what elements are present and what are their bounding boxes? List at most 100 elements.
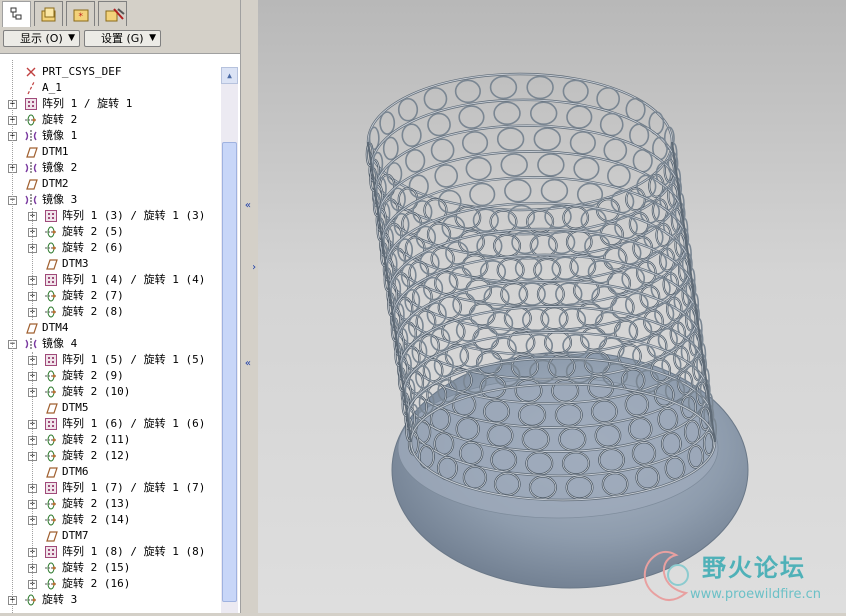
model-ring-hole bbox=[487, 311, 514, 336]
tree-item-label: 阵列 1 / 旋转 1 bbox=[42, 97, 133, 110]
tree-item-label: 旋转 2 (13) bbox=[62, 497, 131, 510]
tree-item[interactable]: + 阵列 1 (3) / 旋转 1 (3) bbox=[0, 208, 220, 224]
collapse-left-icon[interactable]: « bbox=[245, 358, 251, 369]
tree-vertical-scrollbar[interactable]: ▲ bbox=[221, 67, 238, 613]
mirror-icon bbox=[25, 162, 37, 174]
tree-item[interactable]: + 旋转 3 bbox=[0, 592, 220, 608]
tree-item-label: DTM5 bbox=[62, 401, 89, 414]
tree-item[interactable]: DTM1 bbox=[0, 144, 220, 160]
tab-favorites[interactable]: * bbox=[66, 1, 95, 26]
model-ring-hole-highlight bbox=[431, 247, 455, 271]
model-ring-hole bbox=[476, 234, 503, 258]
tree-item[interactable]: + 旋转 2 (9) bbox=[0, 368, 220, 384]
tree-connector-line bbox=[12, 60, 13, 613]
tree-item[interactable]: + 阵列 1 / 旋转 1 bbox=[0, 96, 220, 112]
tree-item[interactable]: + 旋转 2 (5) bbox=[0, 224, 220, 240]
svg-text:*: * bbox=[78, 12, 83, 22]
model-ring-hole bbox=[569, 131, 596, 155]
tree-item[interactable]: DTM4 bbox=[0, 320, 220, 336]
tree-item[interactable]: − 镜像 4 bbox=[0, 336, 220, 352]
pattern-icon bbox=[45, 418, 57, 430]
model-ring-hole bbox=[529, 101, 558, 126]
model-ring-hole bbox=[454, 79, 481, 104]
tree-item[interactable]: DTM7 bbox=[0, 528, 220, 544]
model-ring-hole bbox=[427, 112, 451, 137]
tree-item-label: 旋转 2 (5) bbox=[62, 225, 124, 238]
model-ring-hole bbox=[555, 282, 583, 306]
datum-plane-icon bbox=[46, 467, 58, 478]
model-ring-hole bbox=[526, 75, 554, 100]
tab-web-tools[interactable] bbox=[98, 1, 127, 26]
model-ring-hole bbox=[566, 105, 593, 129]
scroll-thumb[interactable] bbox=[222, 142, 237, 602]
tree-item[interactable]: + 阵列 1 (5) / 旋转 1 (5) bbox=[0, 352, 220, 368]
tree-item[interactable]: + 阵列 1 (6) / 旋转 1 (6) bbox=[0, 416, 220, 432]
collapse-left-icon[interactable]: « bbox=[245, 200, 251, 211]
tree-item-label: DTM7 bbox=[62, 529, 89, 542]
navigator-tab-bar: * bbox=[0, 0, 240, 28]
revolve-icon bbox=[45, 498, 57, 510]
tree-item-label: 旋转 2 (8) bbox=[62, 305, 124, 318]
tree-item[interactable]: + 旋转 2 (16) bbox=[0, 576, 220, 592]
revolve-icon bbox=[25, 114, 37, 126]
pattern-icon bbox=[45, 546, 57, 558]
revolve-icon bbox=[45, 306, 57, 318]
model-ring-hole bbox=[632, 148, 653, 173]
model-ring-hole bbox=[596, 87, 620, 111]
model-ring-hole bbox=[562, 79, 589, 104]
tree-item[interactable]: + 旋转 2 (11) bbox=[0, 432, 220, 448]
settings-menu-label: 设置 (G) bbox=[101, 32, 144, 45]
tree-item[interactable]: + 旋转 2 (7) bbox=[0, 288, 220, 304]
tree-item[interactable]: + 镜像 2 bbox=[0, 160, 220, 176]
revolve-icon bbox=[45, 562, 57, 574]
model-ring-hole-highlight bbox=[438, 296, 462, 319]
tree-item[interactable]: + 阵列 1 (4) / 旋转 1 (4) bbox=[0, 272, 220, 288]
graphics-viewport[interactable] bbox=[258, 0, 846, 613]
tree-item-label: 旋转 2 (12) bbox=[62, 449, 131, 462]
tree-item[interactable]: + 旋转 2 (14) bbox=[0, 512, 220, 528]
tree-item[interactable]: − 镜像 3 bbox=[0, 192, 220, 208]
tab-folder-browser[interactable] bbox=[34, 1, 63, 26]
tree-item[interactable]: + 阵列 1 (8) / 旋转 1 (8) bbox=[0, 544, 220, 560]
show-menu-button[interactable]: 显示 (O) ▼ bbox=[3, 30, 80, 47]
tree-item-label: 旋转 2 (16) bbox=[62, 577, 131, 590]
datum-plane-icon bbox=[26, 179, 38, 190]
model-ring-hole bbox=[617, 241, 642, 265]
tree-item[interactable]: DTM3 bbox=[0, 256, 220, 272]
settings-menu-button[interactable]: 设置 (G) ▼ bbox=[84, 30, 161, 47]
tree-item[interactable]: + 旋转 2 (12) bbox=[0, 448, 220, 464]
tree-item[interactable]: + 旋转 2 bbox=[0, 112, 220, 128]
tree-item[interactable]: + 镜像 1 bbox=[0, 128, 220, 144]
model-ring-hole bbox=[489, 75, 518, 100]
watermark-url: www.proewildfire.cn bbox=[690, 587, 821, 602]
tree-item[interactable]: + 旋转 2 (6) bbox=[0, 240, 220, 256]
model-ring-hole-highlight bbox=[497, 258, 524, 282]
tab-model-tree[interactable] bbox=[2, 1, 31, 28]
tree-item[interactable]: PRT_CSYS_DEF bbox=[0, 64, 220, 80]
model-ring-hole bbox=[423, 87, 448, 111]
datum-plane-icon bbox=[26, 323, 38, 334]
model-ring-hole bbox=[452, 292, 476, 317]
model-ring-hole bbox=[603, 138, 628, 163]
model-ring-hole bbox=[547, 230, 576, 255]
panel-sash[interactable]: « › « bbox=[240, 0, 259, 613]
model-ring-hole bbox=[537, 153, 565, 177]
tree-item[interactable]: + 旋转 2 (10) bbox=[0, 384, 220, 400]
tree-connector-line bbox=[32, 352, 33, 592]
model-tree-panel: * 显示 (O) ▼ 设置 (G) ▼ PRT_CSYS_DEF A_1 + 阵列 1… bbox=[0, 0, 240, 613]
tree-item[interactable]: DTM5 bbox=[0, 400, 220, 416]
datum-plane-icon bbox=[46, 403, 58, 414]
expand-right-icon[interactable]: › bbox=[251, 262, 257, 273]
revolve-icon bbox=[45, 226, 57, 238]
scroll-up-button[interactable]: ▲ bbox=[221, 67, 238, 84]
tree-item[interactable]: DTM2 bbox=[0, 176, 220, 192]
tree-item-label: 旋转 2 (7) bbox=[62, 289, 124, 302]
tree-item[interactable]: + 旋转 2 (8) bbox=[0, 304, 220, 320]
tree-item[interactable]: + 旋转 2 (15) bbox=[0, 560, 220, 576]
tree-item[interactable]: DTM6 bbox=[0, 464, 220, 480]
tree-item[interactable]: A_1 bbox=[0, 80, 220, 96]
tree-item[interactable]: + 旋转 2 (13) bbox=[0, 496, 220, 512]
tree-item-label: DTM2 bbox=[42, 177, 69, 190]
model-ring-hole bbox=[405, 148, 426, 173]
tree-item[interactable]: + 阵列 1 (7) / 旋转 1 (7) bbox=[0, 480, 220, 496]
